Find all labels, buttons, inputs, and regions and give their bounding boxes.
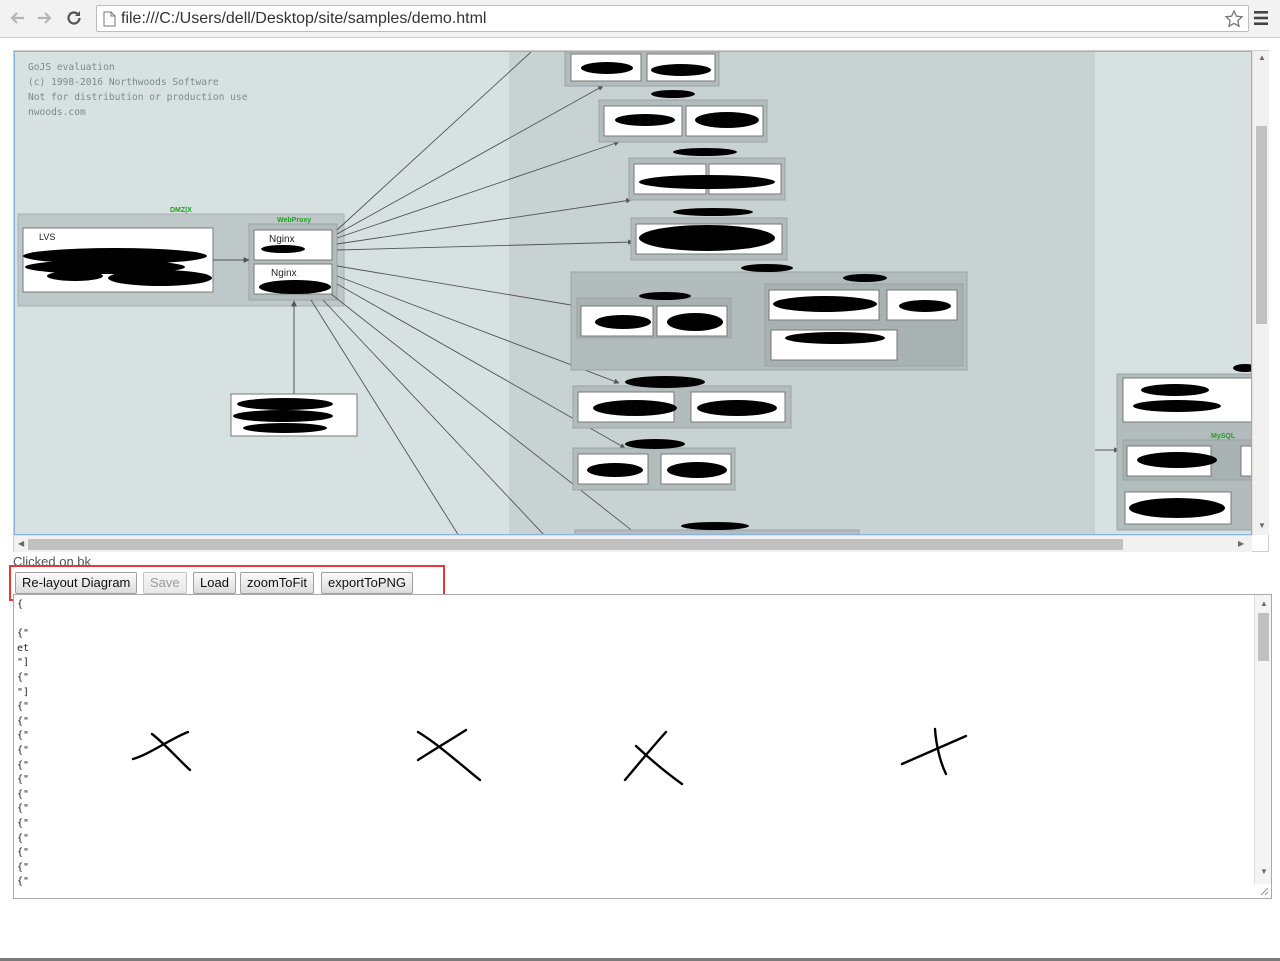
diagram-horizontal-scrollbar[interactable]: ◀ ▶	[14, 535, 1252, 552]
textarea-line: {"	[17, 744, 30, 756]
textarea-line: {	[17, 599, 24, 610]
reload-icon	[67, 11, 81, 25]
nginx-label-2: Nginx	[271, 268, 297, 279]
scroll-thumb[interactable]	[28, 539, 1123, 550]
scroll-up-icon[interactable]: ▲	[1258, 53, 1266, 62]
scroll-thumb[interactable]	[1258, 613, 1269, 661]
webproxy-group-label: WebProxy	[277, 217, 311, 224]
diagram-canvas[interactable]: GoJS evaluation (c) 1998-2016 Northwoods …	[14, 51, 1252, 535]
scroll-right-icon[interactable]: ▶	[1238, 539, 1244, 548]
browser-toolbar: file:///C:/Users/dell/Desktop/site/sampl…	[0, 0, 1280, 38]
resize-grip-icon[interactable]	[1259, 886, 1269, 896]
textarea-line: {"	[17, 671, 30, 683]
textarea-line: "]	[17, 686, 30, 698]
textarea-line: {"	[17, 628, 30, 640]
url-text: file:///C:/Users/dell/Desktop/site/sampl…	[121, 10, 487, 27]
scroll-up-icon[interactable]: ▲	[1260, 599, 1268, 608]
scroll-down-icon[interactable]: ▼	[1258, 521, 1266, 530]
textarea-content: { {" et "] {" "] {" {" {" {" {" {" {" {" {" {" {" {" {"	[17, 598, 29, 890]
textarea-line: {"	[17, 847, 30, 859]
bookmark-star-icon[interactable]	[1224, 9, 1244, 29]
textarea-line: {"	[17, 774, 30, 786]
back-arrow-icon	[10, 12, 24, 24]
textarea-line: {"	[17, 876, 30, 888]
textarea-line: {"	[17, 832, 30, 844]
page-icon	[103, 11, 116, 27]
export-png-button[interactable]: exportToPNG	[321, 572, 414, 594]
textarea-line: {"	[17, 817, 30, 829]
address-bar[interactable]: file:///C:/Users/dell/Desktop/site/sampl…	[96, 5, 1249, 32]
dmz-group-label: DMZ|X	[170, 207, 192, 214]
lvs-label: LVS	[39, 232, 55, 242]
textarea-line: {"	[17, 861, 30, 873]
relayout-button[interactable]: Re-layout Diagram	[15, 572, 138, 594]
diagram-graph: DMZ|X WebProxy MySQL Nginx Nginx LVS	[17, 52, 1251, 534]
textarea-line: {"	[17, 730, 30, 742]
textarea-line: {"	[17, 701, 30, 713]
scroll-down-icon[interactable]: ▼	[1260, 867, 1268, 876]
model-json-textarea[interactable]: { {" et "] {" "] {" {" {" {" {" {" {" {" {" {" {" {" {" ▲…	[13, 594, 1272, 899]
diagram-frame: GoJS evaluation (c) 1998-2016 Northwoods …	[13, 50, 1269, 552]
load-button[interactable]: Load	[193, 572, 236, 594]
textarea-line: {"	[17, 715, 30, 727]
textarea-line: {"	[17, 803, 30, 815]
scroll-thumb[interactable]	[1256, 126, 1267, 324]
textarea-line: {"	[17, 788, 30, 800]
zoom-to-fit-button[interactable]: zoomToFit	[240, 572, 314, 594]
forward-button[interactable]	[33, 6, 57, 30]
back-button[interactable]	[5, 6, 29, 30]
diagram-vertical-scrollbar[interactable]: ▲ ▼	[1252, 51, 1269, 535]
textarea-line: {"	[17, 759, 30, 771]
reload-button[interactable]	[62, 6, 86, 30]
textarea-line: "]	[17, 657, 30, 669]
save-button[interactable]: Save	[143, 572, 187, 594]
textarea-line	[17, 613, 29, 628]
textarea-line: et	[17, 642, 30, 654]
menu-icon[interactable]	[1253, 10, 1269, 26]
textarea-scrollbar[interactable]: ▲ ▼	[1254, 595, 1271, 884]
scroll-left-icon[interactable]: ◀	[18, 539, 24, 548]
nginx-label-1: Nginx	[269, 234, 295, 245]
mysql-group-label: MySQL	[1211, 433, 1236, 440]
forward-arrow-icon	[38, 12, 52, 24]
